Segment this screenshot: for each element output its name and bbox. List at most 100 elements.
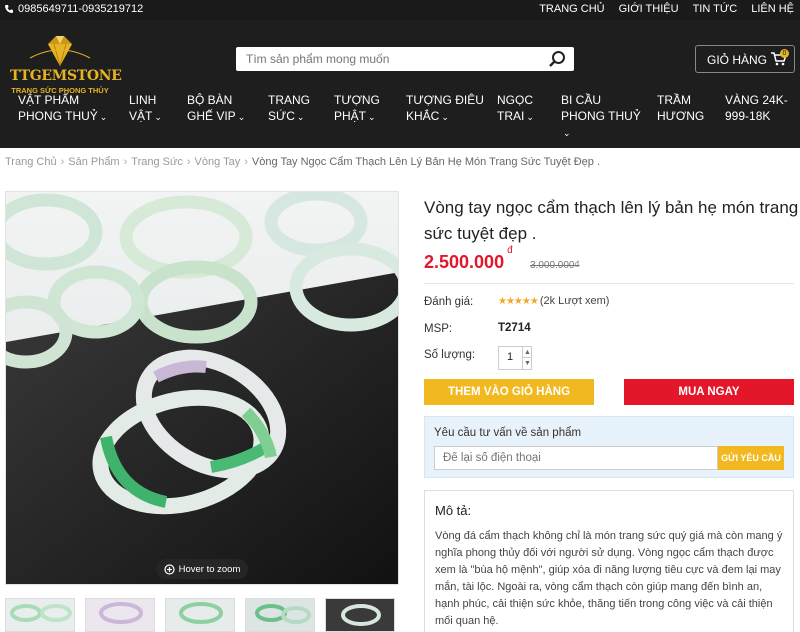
description-text: Vòng đá cẩm thạch không chỉ là món trang… (435, 530, 783, 627)
nav-item-label: BI CẦU (561, 93, 602, 107)
chevron-down-icon: ⌄ (237, 112, 246, 122)
nav-item-label: PHONG THUỶ (561, 109, 641, 123)
add-to-cart-button[interactable]: THEM VÀO GIỎ HÀNG (424, 379, 594, 405)
nav-item-label: 999-18K (725, 109, 771, 123)
hotline-number: 0985649711-0935219712 (18, 3, 144, 15)
chevron-down-icon: ⌄ (368, 112, 376, 122)
thumbnail-image (166, 599, 234, 631)
consultation-form: Yêu cầu tư vấn về sản phẩm GỬI YÊU CẦU (424, 416, 794, 478)
increment-icon[interactable]: ▲ (522, 347, 532, 358)
quantity-value[interactable]: 1 (499, 351, 521, 363)
zoom-icon (164, 563, 175, 575)
thumbnail-image (326, 599, 394, 631)
search-box (236, 47, 574, 71)
nav-item-label: TRAI (497, 109, 525, 123)
thumbnail-4[interactable] (245, 598, 315, 632)
nav-item-label: HƯƠNG (657, 109, 705, 123)
zoom-label: Hover to zoom (178, 563, 241, 575)
thumbnail-image (86, 599, 154, 631)
nav-item-vang[interactable]: VÀNG 24K- 999-18K (725, 92, 788, 124)
phone-icon (5, 5, 13, 13)
nav-item-label: PHẬT (334, 109, 367, 123)
product-old-price: 3.000.000₫ (530, 260, 580, 271)
nav-item-ngoc-trai[interactable]: NGỌC TRAI ⌄ (497, 92, 534, 125)
sku-value: T2714 (498, 322, 531, 334)
quantity-label: Số lượng: (424, 349, 476, 361)
nav-item-label: TRANG (268, 93, 310, 107)
nav-item-tuong-dieu-khac[interactable]: TƯỢNG ĐIÊU KHẮC ⌄ (406, 92, 484, 125)
chevron-down-icon: ⌄ (441, 112, 449, 122)
nav-item-label: PHONG THUỶ (18, 109, 98, 123)
decrement-icon[interactable]: ▼ (522, 358, 532, 369)
old-price-currency: ₫ (574, 260, 580, 271)
breadcrumb: Trang Chủ › Sản Phẩm › Trang Sức › Vòng Tay › Vò… (5, 156, 600, 168)
breadcrumb-separator: › (60, 156, 65, 168)
breadcrumb-current: Vòng Tay Ngọc Cẩm Thạch Lên Lý Bản Hẹ Mó… (251, 156, 601, 168)
breadcrumb-bracelets[interactable]: Vòng Tay (195, 156, 241, 168)
chevron-down-icon: ⌄ (526, 112, 534, 122)
nav-item-tuong-phat[interactable]: TƯỢNG PHẬT ⌄ (334, 92, 380, 125)
nav-item-label: TƯỢNG ĐIÊU (406, 93, 484, 107)
logo[interactable]: TTGEMSTONE TRANG SỨC PHONG THỦY (10, 34, 122, 100)
nav-item-bo-ban-ghe[interactable]: BỘ BÀN GHẾ VIP ⌄ (187, 92, 245, 125)
chevron-down-icon: ⌄ (99, 112, 108, 122)
search-icon[interactable] (548, 50, 566, 68)
nav-item-label: BỘ BÀN (187, 93, 233, 107)
top-bar: 0985649711-0935219712 TRANG CHỦ GIỚI THI… (0, 0, 800, 20)
breadcrumb-home[interactable]: Trang Chủ (5, 156, 57, 168)
quantity-stepper[interactable]: 1 ▲ ▼ (498, 346, 532, 370)
nav-link-about[interactable]: GIỚI THIỆU (619, 3, 679, 15)
divider (424, 283, 794, 284)
logo-text: TTGEMSTONE (10, 68, 122, 84)
nav-item-label: LINH (129, 93, 157, 107)
thumbnail-image (246, 599, 314, 631)
nav-link-home[interactable]: TRANG CHỦ (539, 3, 604, 15)
thumbnail-2[interactable] (85, 598, 155, 632)
site-header: TTGEMSTONE TRANG SỨC PHONG THỦY GIỎ HÀNG… (0, 20, 800, 148)
old-price-value: 3.000.000 (530, 260, 575, 271)
nav-item-vat-pham[interactable]: VẬT PHẨM PHONG THUỶ ⌄ (18, 92, 107, 125)
thumbnail-1[interactable] (5, 598, 75, 632)
nav-item-label: TRẦM (657, 93, 691, 107)
nav-item-linh-vat[interactable]: LINH VẬT ⌄ (129, 92, 162, 125)
nav-item-label: KHẮC (406, 109, 440, 123)
search-input[interactable] (236, 47, 536, 71)
nav-link-contact[interactable]: LIÊN HỆ (751, 3, 794, 15)
thumbnail-3[interactable] (165, 598, 235, 632)
product-description: Mô tả: Vòng đá cẩm thạch không chỉ là mó… (424, 490, 794, 632)
buy-now-button[interactable]: MUA NGAY (624, 379, 794, 405)
consultation-label: Yêu cầu tư vấn về sản phẩm (434, 427, 582, 439)
product-rating: ★★★★★ (2k Lượt xem) (498, 295, 609, 307)
star-rating-icon: ★★★★★ (498, 295, 539, 307)
thumbnail-image (6, 599, 74, 631)
nav-item-label: VẬT PHẨM (18, 93, 80, 107)
gem-logo-icon (29, 36, 91, 67)
thumbnail-strip (5, 598, 399, 632)
cart-button[interactable]: GIỎ HÀNG 0 (695, 45, 795, 73)
breadcrumb-separator: › (123, 156, 128, 168)
price-currency: đ (507, 245, 513, 256)
phone-number-input[interactable] (434, 446, 718, 470)
nav-item-label: GHẾ VIP (187, 109, 236, 123)
nav-item-bi-cau[interactable]: BI CẦU PHONG THUỶ ⌄ (561, 92, 641, 141)
nav-item-label: VẬT (129, 109, 153, 123)
submit-request-button[interactable]: GỬI YÊU CẦU (718, 446, 784, 470)
hover-to-zoom-hint: Hover to zoom (156, 559, 248, 579)
nav-link-news[interactable]: TIN TỨC (693, 3, 738, 15)
thumbnail-5[interactable] (325, 598, 395, 632)
rating-label: Đánh giá: (424, 296, 474, 308)
sku-label: MSP: (424, 323, 453, 335)
price-value: 2.500.000 (424, 252, 505, 272)
cart-count-badge: 0 (780, 49, 789, 58)
breadcrumb-products[interactable]: Sản Phẩm (68, 156, 119, 168)
nav-item-label: TƯỢNG (334, 93, 380, 107)
rating-views: (2k Lượt xem) (539, 295, 610, 307)
nav-item-label: NGỌC (497, 93, 533, 107)
nav-item-tram-huong[interactable]: TRẦM HƯƠNG (657, 92, 704, 124)
hotline[interactable]: 0985649711-0935219712 (4, 3, 143, 15)
product-title: Vòng tay ngọc cẩm thạch lên lý bản hẹ mó… (424, 198, 799, 243)
product-main-image[interactable] (5, 191, 399, 585)
nav-item-trang-suc[interactable]: TRANG SỨC ⌄ (268, 92, 310, 125)
product-price: 2.500.000đ (424, 245, 513, 273)
breadcrumb-jewelry[interactable]: Trang Sức (131, 156, 183, 168)
